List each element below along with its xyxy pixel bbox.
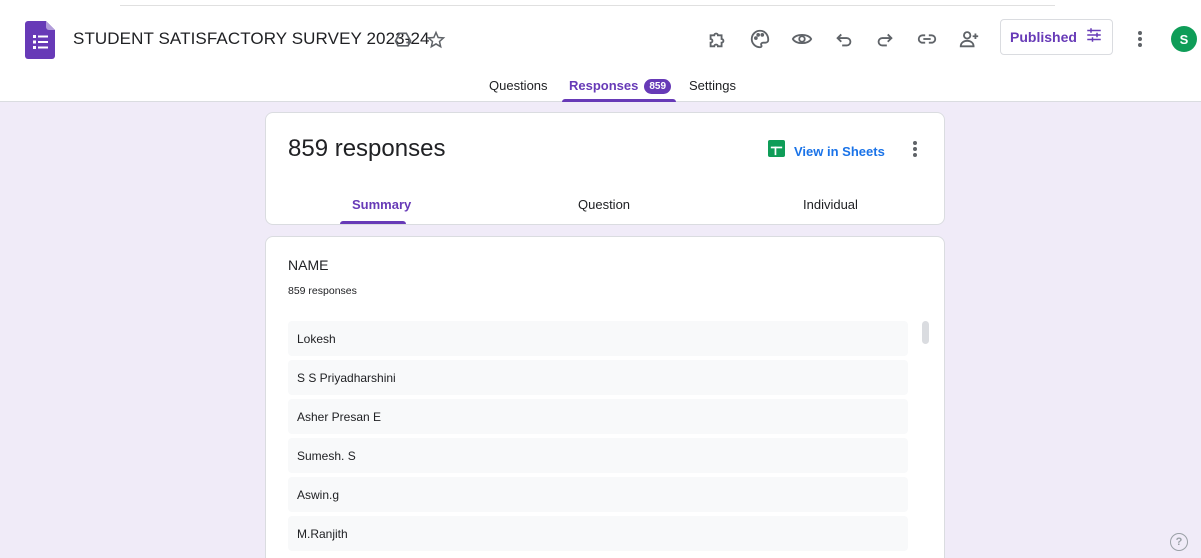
tab-responses-label: Responses [569, 78, 639, 93]
answer-list-scrollbar[interactable] [922, 321, 929, 344]
view-in-sheets-button[interactable]: View in Sheets [768, 140, 885, 162]
move-to-folder-icon[interactable] [391, 28, 415, 52]
list-item: Aswin.g [288, 477, 908, 512]
redo-icon[interactable] [872, 26, 898, 52]
responses-summary-card: 859 responses View in Sheets Summary Que… [265, 112, 945, 225]
tab-questions[interactable]: Questions [489, 78, 548, 93]
tab-settings[interactable]: Settings [689, 78, 736, 93]
answer-list[interactable]: Lokesh S S Priyadharshini Asher Presan E… [288, 321, 908, 555]
tune-icon [1085, 26, 1103, 49]
main-tabs: Questions Responses 859 Settings [0, 70, 1201, 102]
link-icon[interactable] [914, 26, 940, 52]
published-button[interactable]: Published [1000, 19, 1113, 55]
responses-count-badge: 859 [644, 79, 672, 94]
help-icon[interactable]: ? [1170, 533, 1188, 551]
top-bar: STUDENT SATISFACTORY SURVEY 2023-24 Publ… [0, 0, 1201, 102]
top-divider [120, 0, 1055, 6]
subtab-summary[interactable]: Summary [352, 197, 411, 212]
published-label: Published [1010, 29, 1077, 45]
form-title[interactable]: STUDENT SATISFACTORY SURVEY 2023-24 [73, 29, 430, 49]
sheets-icon [768, 140, 785, 162]
more-options-icon[interactable] [1130, 26, 1150, 52]
active-tab-indicator [562, 99, 676, 102]
question-response-count: 859 responses [288, 285, 357, 297]
add-ons-icon[interactable] [704, 26, 730, 52]
list-item: S S Priyadharshini [288, 360, 908, 395]
add-collaborator-icon[interactable] [956, 26, 982, 52]
tab-responses[interactable]: Responses 859 [569, 78, 672, 94]
list-item: Sumesh. S [288, 438, 908, 473]
preview-eye-icon[interactable] [789, 26, 815, 52]
list-item: Asher Presan E [288, 399, 908, 434]
question-summary-card: NAME 859 responses Lokesh S S Priyadhars… [265, 236, 945, 558]
active-subtab-indicator [340, 221, 406, 224]
question-title: NAME [288, 257, 329, 273]
view-in-sheets-label: View in Sheets [794, 143, 885, 159]
response-count-heading: 859 responses [288, 135, 446, 162]
subtab-question[interactable]: Question [578, 197, 630, 212]
undo-icon[interactable] [831, 26, 857, 52]
list-item: M.Ranjith [288, 516, 908, 551]
account-avatar[interactable]: S [1171, 26, 1197, 52]
subtab-individual[interactable]: Individual [803, 197, 858, 212]
responses-more-icon[interactable] [906, 137, 924, 161]
star-icon[interactable] [424, 28, 448, 52]
palette-icon[interactable] [747, 26, 773, 52]
forms-icon[interactable] [25, 21, 55, 59]
list-item: Lokesh [288, 321, 908, 356]
